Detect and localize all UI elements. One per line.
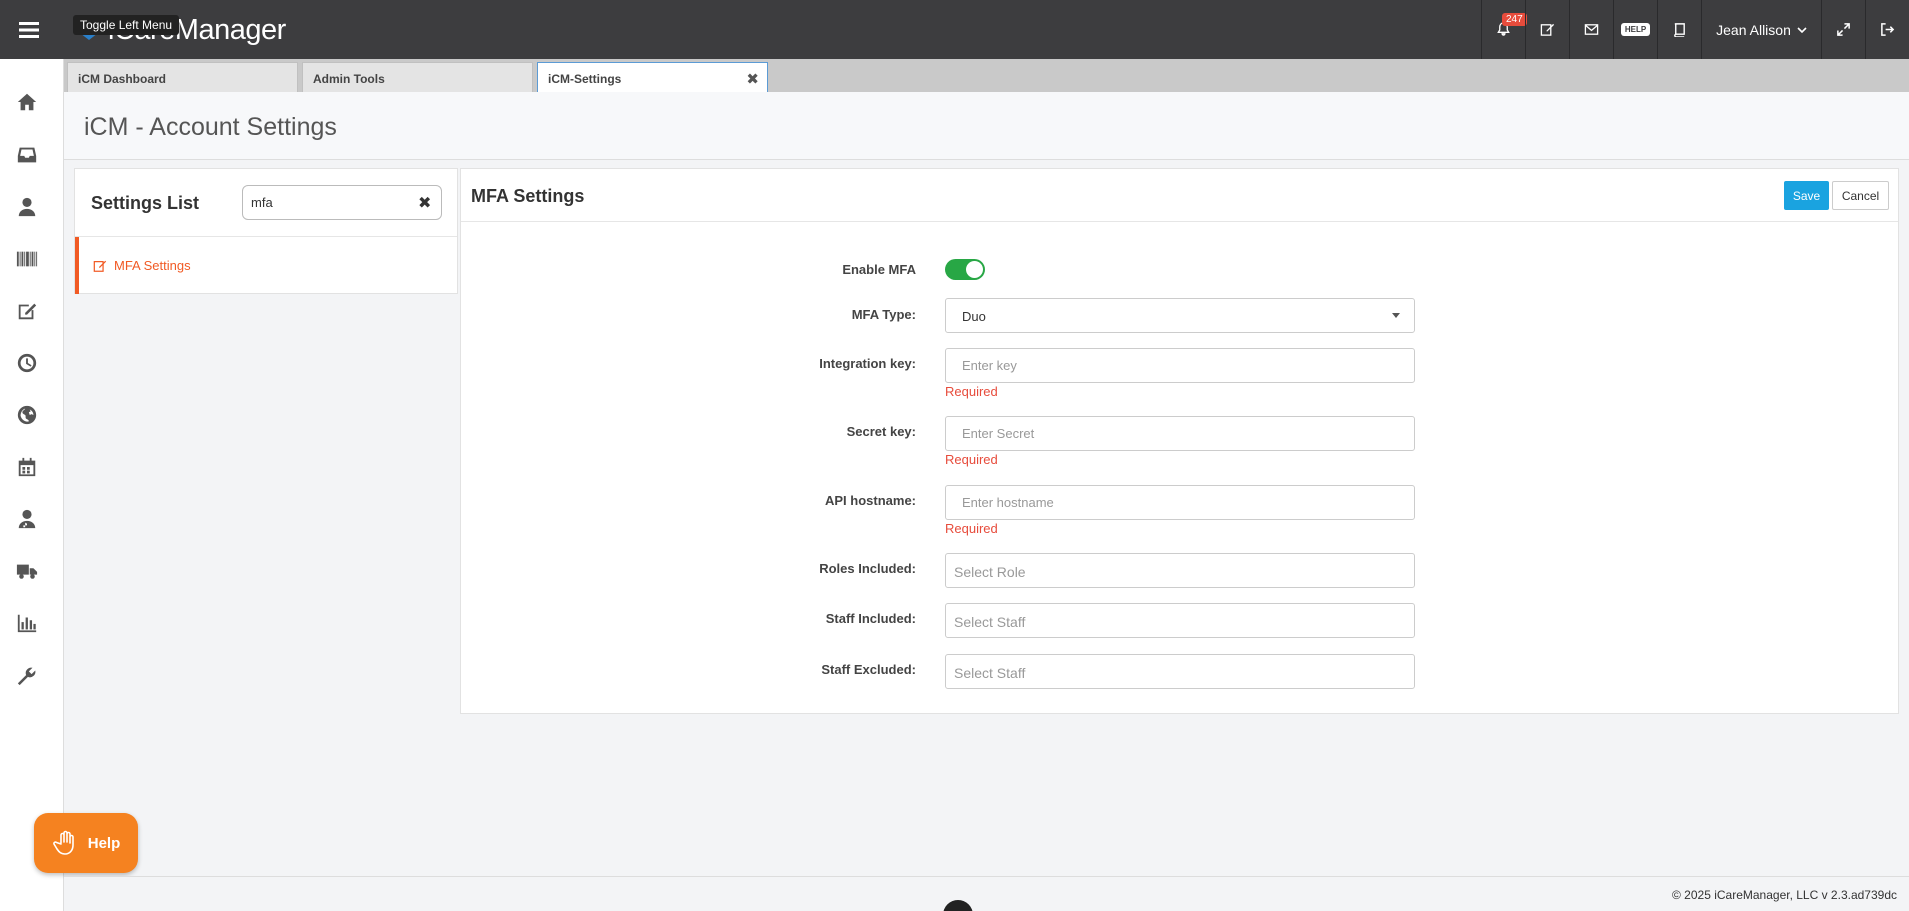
logout-button[interactable] [1865,0,1909,59]
integration-key-input[interactable] [945,348,1415,383]
tab-icm-settings[interactable]: iCM-Settings ✖ [537,62,768,92]
help-widget-button[interactable]: Help [34,813,138,873]
mfa-type-value: Duo [962,309,986,324]
user-name: Jean Allison [1716,21,1791,38]
bar-chart-icon[interactable] [14,610,40,636]
settings-search-input[interactable] [242,185,442,220]
page-title: iCM - Account Settings [84,113,337,141]
chevron-down-icon [1797,26,1807,33]
user-menu[interactable]: Jean Allison [1701,0,1821,59]
cancel-button[interactable]: Cancel [1832,181,1889,210]
settings-list-panel: Settings List ✖ MFA Settings [74,168,458,294]
docs-button[interactable] [1657,0,1701,59]
help-widget-label: Help [87,834,121,852]
settings-item-mfa[interactable]: MFA Settings [75,237,457,294]
clock-icon[interactable] [14,350,40,376]
envelope-icon [1584,24,1599,35]
api-hostname-label: API hostname: [824,493,916,508]
book-icon [1674,23,1685,37]
home-icon[interactable] [14,89,40,115]
mfa-type-label: MFA Type: [851,307,916,322]
integration-key-label: Integration key: [819,356,916,371]
settings-list-title: Settings List [91,193,200,213]
user-doctor-icon[interactable] [14,506,40,532]
roles-included-select[interactable]: Select Role [945,553,1415,588]
truck-icon[interactable] [14,558,40,584]
mfa-settings-title: MFA Settings [471,186,585,206]
compose-button[interactable] [1525,0,1569,59]
settings-list-header: Settings List ✖ [75,169,457,237]
settings-item-label: MFA Settings [114,258,191,273]
api-hostname-required: Required [945,521,998,536]
secret-key-required: Required [945,452,998,467]
globe-icon[interactable] [14,402,40,428]
left-sidebar [0,59,64,911]
close-icon[interactable]: ✖ [746,70,759,88]
footer: © 2025 iCareManager, LLC v 2.3.ad739dc [64,876,1909,911]
tab-label: Admin Tools [313,72,385,86]
mfa-settings-header: MFA Settings Save Cancel [461,169,1898,222]
hamburger-icon [19,21,39,38]
tab-admin-tools[interactable]: Admin Tools [302,62,533,92]
roles-included-label: Roles Included: [819,561,916,576]
staff-included-select[interactable]: Select Staff [945,603,1415,638]
integration-key-required: Required [945,384,998,399]
top-bar: iCareManager Toggle Left Menu 247 HELP J… [0,0,1909,59]
secret-key-input[interactable] [945,416,1415,451]
staff-included-label: Staff Included: [825,611,916,626]
copyright-text: © 2025 iCareManager, LLC v 2.3.ad739dc [1672,888,1897,902]
mfa-settings-panel: MFA Settings Save Cancel Enable MFA MFA … [460,168,1899,714]
staff-excluded-select[interactable]: Select Staff [945,654,1415,689]
caret-down-icon [1392,313,1400,318]
calendar-icon[interactable] [14,454,40,480]
user-icon[interactable] [14,194,40,220]
tab-strip: iCM Dashboard Admin Tools iCM-Settings ✖ [64,59,1909,92]
menu-toggle-button[interactable] [0,0,58,59]
secret-key-label: Secret key: [846,424,916,439]
help-pill: HELP [1620,23,1651,36]
edit-icon [1540,23,1555,36]
messages-button[interactable] [1569,0,1613,59]
mfa-type-select[interactable]: Duo [945,298,1415,333]
notification-count-badge: 247 [1502,13,1527,26]
wrench-icon[interactable] [14,663,40,689]
tab-label: iCM Dashboard [78,72,167,86]
fullscreen-button[interactable] [1821,0,1865,59]
toggle-knob [966,261,983,278]
help-button[interactable]: HELP [1613,0,1657,59]
clear-search-icon[interactable]: ✖ [418,193,431,213]
enable-mfa-label: Enable MFA [842,262,916,277]
toggle-menu-tooltip: Toggle Left Menu [73,15,180,35]
expand-icon [1837,23,1850,36]
staff-excluded-label: Staff Excluded: [821,662,916,677]
sign-out-icon [1881,23,1895,36]
tab-icm-dashboard[interactable]: iCM Dashboard [67,62,298,92]
barcode-icon[interactable] [14,246,40,272]
page-header: iCM - Account Settings [64,92,1909,160]
inbox-icon[interactable] [14,142,40,168]
api-hostname-input[interactable] [945,485,1415,520]
edit-icon[interactable] [14,298,40,324]
waving-hand-icon [52,830,74,855]
notifications-button[interactable]: 247 [1481,0,1527,59]
tab-label: iCM-Settings [548,72,622,86]
save-button[interactable]: Save [1784,181,1829,210]
edit-icon [93,260,107,272]
enable-mfa-toggle[interactable] [945,259,985,280]
